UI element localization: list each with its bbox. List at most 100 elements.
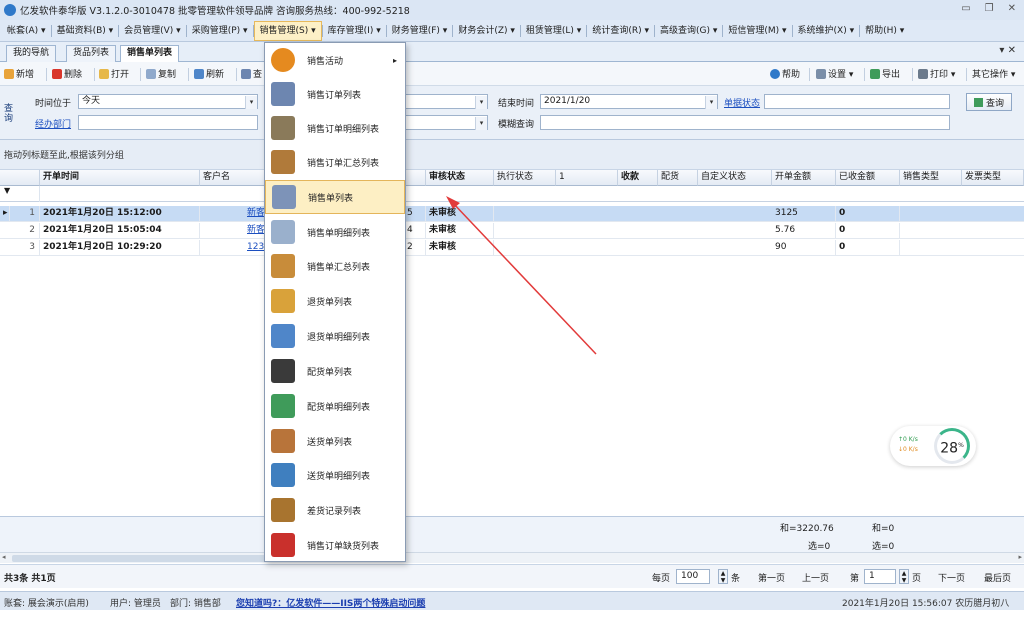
- tab-close-icon[interactable]: ▾ ✕: [999, 45, 1016, 56]
- menu-item-sales-detail[interactable]: 销售单明细列表: [265, 215, 405, 249]
- status-bar: 账套: 展会演示(启用) 用户: 管理员 部门: 销售部 您知道吗?：亿发软件—…: [0, 591, 1024, 610]
- header-custom-status[interactable]: 自定义状态: [698, 170, 772, 186]
- first-page-button[interactable]: 第一页: [758, 571, 785, 584]
- menu-lease[interactable]: 租赁管理(L) ▾: [521, 21, 586, 41]
- close-icon[interactable]: ✕: [1008, 3, 1016, 14]
- menu-item-delivery-list[interactable]: 配货单列表: [265, 354, 405, 388]
- other-actions-button[interactable]: 其它操作 ▾: [972, 67, 1015, 80]
- menu-stats[interactable]: 统计查询(R) ▾: [587, 21, 654, 41]
- scroll-thumb[interactable]: [12, 555, 272, 562]
- query-button[interactable]: 查询: [966, 93, 1012, 111]
- tab-sales-list[interactable]: 销售单列表: [120, 45, 180, 63]
- export-button[interactable]: 导出: [870, 67, 900, 80]
- prev-page-button[interactable]: 上一页: [802, 571, 829, 584]
- menu-item-return-list[interactable]: 退货单列表: [265, 284, 405, 318]
- chevron-down-icon[interactable]: ▾: [475, 96, 487, 109]
- menu-item-order-list[interactable]: 销售订单列表: [265, 77, 405, 111]
- per-page-spinner[interactable]: ▲ ▼: [718, 569, 728, 584]
- header-payment[interactable]: 收款: [618, 170, 658, 186]
- menu-accounting[interactable]: 财务会计(Z) ▾: [453, 21, 520, 41]
- header-col1[interactable]: 1: [556, 170, 618, 186]
- menu-maintenance[interactable]: 系统维护(X) ▾: [793, 21, 860, 41]
- header-delivery[interactable]: 配货: [658, 170, 698, 186]
- window-title: 亿发软件泰华版 V3.1.2.0-3010478 批零管理软件领导品牌 咨询服务…: [20, 6, 410, 17]
- table-row[interactable]: ▸ 1 2021年1月20日 15:12:00 新客 5 未审核 3125 0: [0, 206, 1024, 222]
- open-button[interactable]: 打开: [99, 67, 129, 80]
- menu-account[interactable]: 帐套(A) ▾: [2, 21, 51, 41]
- page-spinner[interactable]: ▲ ▼: [899, 569, 909, 584]
- menu-item-sales-summary[interactable]: 销售单汇总列表: [265, 249, 405, 283]
- next-page-button[interactable]: 下一页: [938, 571, 965, 584]
- doc-status-link[interactable]: 单据状态: [724, 96, 760, 109]
- header-received[interactable]: 已收金额: [836, 170, 900, 186]
- menu-item-shipping-list[interactable]: 送货单列表: [265, 424, 405, 458]
- chevron-down-icon[interactable]: ▾: [245, 96, 257, 109]
- dept-field[interactable]: [78, 115, 258, 130]
- menu-help[interactable]: 帮助(H) ▾: [860, 21, 909, 41]
- menu-sales[interactable]: 销售管理(S) ▾: [253, 20, 322, 41]
- menu-item-order-summary[interactable]: 销售订单汇总列表: [265, 145, 405, 179]
- scroll-left-icon[interactable]: ◂: [2, 553, 6, 561]
- header-invoice-type[interactable]: 发票类型: [962, 170, 1024, 186]
- menu-item-order-detail[interactable]: 销售订单明细列表: [265, 111, 405, 145]
- chevron-down-icon[interactable]: ▾: [705, 96, 717, 109]
- network-speed-widget[interactable]: ↑0 K/s ↓0 K/s 28%: [890, 426, 976, 466]
- table-row[interactable]: 3 2021年1月20日 10:29:20 123 2 未审核 90 0: [0, 240, 1024, 256]
- sales-summary-icon: [271, 254, 295, 278]
- menu-finance[interactable]: 财务管理(F) ▾: [387, 21, 453, 41]
- end-time-field[interactable]: 2021/1/20 ▾: [540, 94, 718, 109]
- delete-button[interactable]: 删除: [52, 67, 82, 80]
- menu-advanced-query[interactable]: 高级查询(G) ▾: [655, 21, 722, 41]
- tip-link[interactable]: 您知道吗?：亿发软件——IIS两个特殊启动问题: [236, 596, 425, 609]
- copy-button[interactable]: 复制: [146, 67, 176, 80]
- table-row[interactable]: 2 2021年1月20日 15:05:04 新客 4 未审核 5.76 0: [0, 223, 1024, 239]
- header-sales-type[interactable]: 销售类型: [900, 170, 962, 186]
- menu-item-out-of-stock[interactable]: 销售订单缺货列表: [265, 528, 405, 562]
- help-button[interactable]: 帮助: [770, 67, 800, 80]
- filter-panel: 查询 时间位于 今天 ▾ 经办部门 ▾ ▾ 结束时间 2021/1/20 ▾ 单据状…: [0, 86, 1024, 140]
- menu-item-sales-activity[interactable]: 销售活动 ▸: [265, 43, 405, 77]
- header-exec[interactable]: 执行状态: [494, 170, 556, 186]
- doc-status-field[interactable]: [764, 94, 950, 109]
- tab-goods-list[interactable]: 货品列表: [66, 45, 117, 62]
- menu-item-shipping-detail[interactable]: 送货单明细列表: [265, 458, 405, 492]
- filter-row[interactable]: ▼: [0, 186, 1024, 202]
- dept-extra-field[interactable]: ▾: [404, 115, 488, 130]
- menu-purchase[interactable]: 采购管理(P) ▾: [187, 21, 253, 41]
- header-time[interactable]: 开单时间: [40, 170, 200, 186]
- header-amount[interactable]: 开单金额: [772, 170, 836, 186]
- refresh-button[interactable]: 刷新: [194, 67, 224, 80]
- filter-icon[interactable]: ▼: [0, 186, 40, 202]
- menu-item-delivery-detail[interactable]: 配货单明细列表: [265, 389, 405, 423]
- restore-icon[interactable]: ❐: [985, 3, 994, 14]
- per-page-input[interactable]: 100: [676, 569, 710, 584]
- time-range-select[interactable]: 今天 ▾: [78, 94, 258, 109]
- minimize-icon[interactable]: ▭: [961, 3, 970, 14]
- return-list-icon: [271, 289, 295, 313]
- menu-item-sales-list[interactable]: 销售单列表: [265, 180, 405, 214]
- scroll-right-icon[interactable]: ▸: [1018, 553, 1022, 561]
- header-audit[interactable]: 审核状态: [426, 170, 494, 186]
- summary-row: 和=3220.76 选=0 和=0 选=0: [0, 516, 1024, 552]
- tab-my-navigation[interactable]: 我的导航: [6, 45, 57, 62]
- menu-item-shortage-record[interactable]: 差货记录列表: [265, 493, 405, 527]
- fuzzy-query-input[interactable]: [540, 115, 950, 130]
- start-time-field[interactable]: ▾: [404, 94, 488, 109]
- menu-item-return-detail[interactable]: 退货单明细列表: [265, 319, 405, 353]
- last-page-button[interactable]: 最后页: [984, 571, 1011, 584]
- shipping-detail-icon: [271, 463, 295, 487]
- settings-button[interactable]: 设置 ▾: [816, 67, 853, 80]
- new-button[interactable]: 新增: [4, 67, 34, 80]
- menu-member[interactable]: 会员管理(V) ▾: [119, 21, 186, 41]
- add-icon: [4, 68, 14, 79]
- horizontal-scrollbar[interactable]: ◂ ▸: [0, 552, 1024, 563]
- query-toolbar-button[interactable]: 查: [241, 67, 262, 80]
- dept-link[interactable]: 经办部门: [35, 117, 71, 130]
- menu-sms[interactable]: 短信管理(M) ▾: [723, 21, 791, 41]
- menu-basic-data[interactable]: 基础资料(B) ▾: [52, 21, 119, 41]
- chevron-down-icon[interactable]: ▾: [475, 117, 487, 130]
- page-input[interactable]: 1: [864, 569, 896, 584]
- shortage-record-icon: [271, 498, 295, 522]
- print-button[interactable]: 打印 ▾: [918, 67, 955, 80]
- menu-inventory[interactable]: 库存管理(I) ▾: [323, 21, 386, 41]
